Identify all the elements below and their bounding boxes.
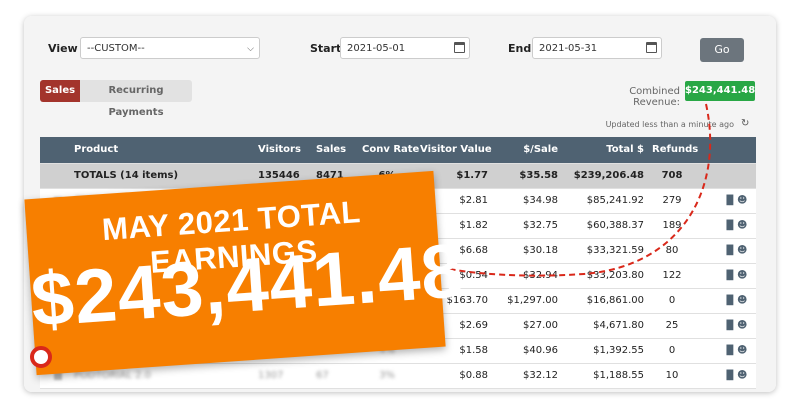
- dashed-arrow-path: [443, 103, 712, 277]
- earnings-banner: MAY 2021 TOTAL EARNINGS $243,441.48: [24, 170, 467, 376]
- brand-logo-icon: [30, 346, 52, 368]
